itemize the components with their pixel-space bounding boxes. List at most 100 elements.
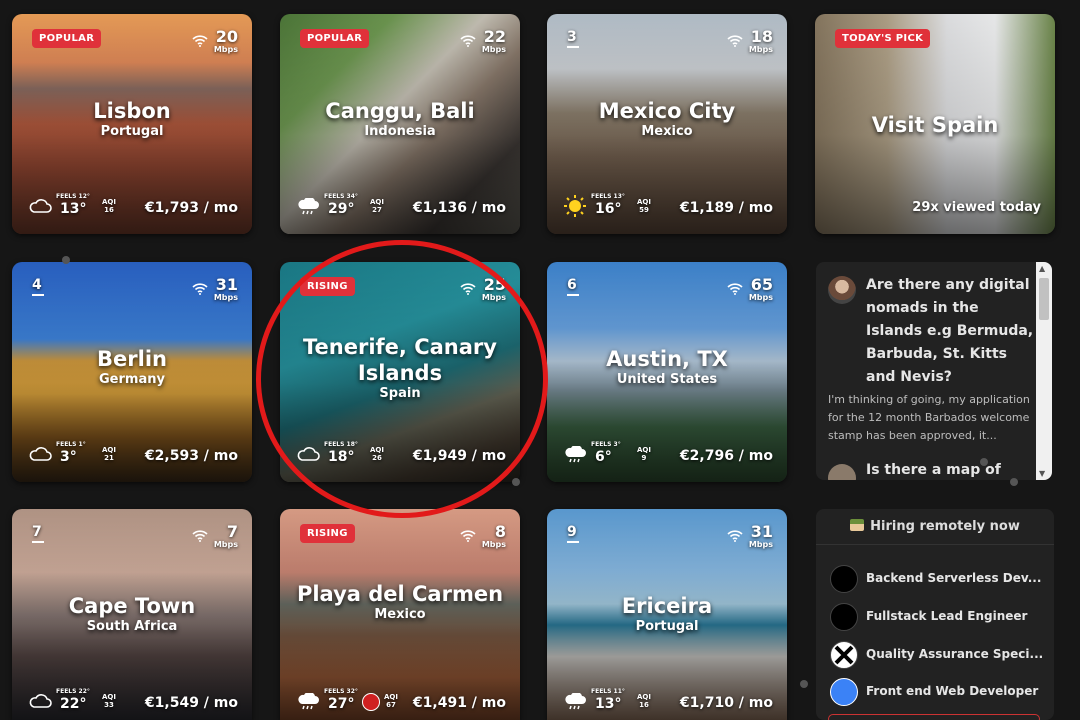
decorative-dot	[62, 256, 70, 264]
wifi-icon	[727, 527, 743, 546]
city-name: Tenerife, Canary Islands	[303, 335, 497, 385]
air-quality: AQI 27	[370, 198, 384, 214]
forum-question-card[interactable]: Are there any digital nomads in the Isla…	[816, 262, 1052, 480]
job-title[interactable]: Quality Assurance Speci...	[866, 647, 1043, 661]
city-name: Cape Town	[68, 594, 196, 618]
air-quality: AQI 16	[637, 693, 651, 709]
city-name: Ericeira	[621, 594, 713, 618]
button-edge[interactable]	[828, 714, 1040, 720]
rain-icon	[296, 196, 320, 220]
scrollbar[interactable]: ▲ ▼	[1036, 262, 1052, 480]
cloud-icon	[28, 693, 52, 713]
wifi-icon	[727, 32, 743, 51]
air-quality: AQI 26	[370, 446, 384, 462]
job-listing[interactable]: Fullstack Lead Engineer	[830, 603, 1050, 633]
todays-pick-badge: TODAY'S PICK	[835, 29, 931, 48]
cost-of-living: €2,796 / mo	[679, 448, 773, 464]
wifi-icon	[460, 280, 476, 299]
rain-icon	[563, 444, 587, 468]
job-listing[interactable]: Backend Serverless Dev...	[830, 565, 1050, 595]
internet-speed: 18 Mbps	[727, 28, 773, 54]
rank-number: 6	[567, 277, 579, 296]
country-name: Portugal	[635, 619, 699, 634]
job-listing[interactable]: Quality Assurance Speci...	[830, 641, 1050, 671]
temperature: 13°	[595, 696, 622, 712]
temperature: 29°	[328, 201, 355, 217]
city-card-canggu-bali[interactable]: POPULAR 22 Mbps Canggu, Bali Indonesia FEE…	[280, 14, 520, 234]
popular-badge: POPULAR	[300, 29, 370, 48]
question-title[interactable]: Are there any digital nomads in the Isla…	[828, 274, 1034, 389]
question-title[interactable]: Is there a map of	[828, 462, 1001, 478]
rank-number: 9	[567, 524, 579, 543]
temperature: 6°	[595, 449, 612, 465]
job-listing[interactable]: Front end Web Developer	[830, 678, 1050, 708]
temperature: 13°	[60, 201, 87, 217]
decorative-dot	[800, 680, 808, 688]
city-card-visit-spain[interactable]: TODAY'S PICK Visit Spain 29x viewed toda…	[815, 14, 1055, 234]
city-name: Austin, TX	[606, 347, 728, 371]
temperature: 3°	[60, 449, 77, 465]
cost-of-living: €1,136 / mo	[412, 200, 506, 216]
air-quality: AQI 67	[384, 693, 398, 709]
wifi-icon	[460, 527, 476, 546]
rank-number: 4	[32, 277, 44, 296]
country-name: United States	[616, 372, 718, 387]
country-name: Germany	[99, 372, 165, 387]
temperature: 27°	[328, 696, 355, 712]
company-logo	[830, 678, 858, 706]
city-card-berlin[interactable]: 4 31 Mbps Berlin Germany FEELS 1° 3° AQI 21…	[12, 262, 252, 482]
city-card-lisbon[interactable]: POPULAR 20 Mbps Lisbon Portugal FEELS 12° …	[12, 14, 252, 234]
city-name: Mexico City	[598, 99, 736, 123]
internet-speed: 31 Mbps	[192, 276, 238, 302]
air-quality: AQI 9	[637, 446, 651, 462]
city-card-ericeira[interactable]: 9 31 Mbps Ericeira Portugal FEELS 11° 13° …	[547, 509, 787, 720]
rain-icon	[296, 691, 320, 715]
city-name: Lisbon	[93, 99, 171, 123]
rain-icon	[563, 691, 587, 715]
scroll-up-icon[interactable]: ▲	[1039, 264, 1045, 273]
scrollbar-thumb[interactable]	[1039, 278, 1049, 320]
temperature: 22°	[60, 696, 87, 712]
country-name: Spain	[379, 386, 421, 401]
popular-badge: POPULAR	[32, 29, 102, 48]
city-card-tenerife[interactable]: RISING 25 Mbps Tenerife, Canary Islands Sp…	[280, 262, 520, 482]
cost-of-living: €1,793 / mo	[144, 200, 238, 216]
rank-number: 7	[32, 524, 44, 543]
city-card-cape-town[interactable]: 7 7 Mbps Cape Town South Africa FEELS 22° …	[12, 509, 252, 720]
city-card-playa-del-carmen[interactable]: RISING 8 Mbps Playa del Carmen Mexico FEEL…	[280, 509, 520, 720]
view-count: 29x viewed today	[912, 200, 1041, 215]
job-title[interactable]: Front end Web Developer	[866, 684, 1038, 698]
decorative-dot	[980, 458, 988, 466]
remote-jobs-panel: Hiring remotely now Backend Serverless D…	[816, 509, 1054, 720]
job-title[interactable]: Backend Serverless Dev...	[866, 571, 1041, 585]
cloud-icon	[28, 198, 52, 218]
user-avatar	[828, 276, 856, 304]
cost-of-living: €1,189 / mo	[679, 200, 773, 216]
internet-speed: 8 Mbps	[460, 523, 506, 549]
internet-speed: 20 Mbps	[192, 28, 238, 54]
country-name: Portugal	[100, 124, 164, 139]
air-quality: AQI 59	[637, 198, 651, 214]
scroll-down-icon[interactable]: ▼	[1039, 469, 1045, 478]
company-logo	[830, 565, 858, 593]
angry-face-icon	[362, 693, 380, 711]
internet-speed: 25 Mbps	[460, 276, 506, 302]
temperature: 18°	[328, 449, 355, 465]
air-quality: AQI 21	[102, 446, 116, 462]
company-logo	[830, 603, 858, 631]
wifi-icon	[460, 32, 476, 51]
country-name: Mexico	[374, 607, 426, 622]
sun-icon	[563, 195, 587, 222]
city-card-mexico-city[interactable]: 3 18 Mbps Mexico City Mexico FEELS 13° 16°…	[547, 14, 787, 234]
job-title[interactable]: Fullstack Lead Engineer	[866, 609, 1027, 623]
country-name: Indonesia	[364, 124, 436, 139]
country-name: Mexico	[641, 124, 693, 139]
city-card-austin[interactable]: 6 65 Mbps Austin, TX United States FEELS 3…	[547, 262, 787, 482]
rising-badge: RISING	[300, 277, 355, 296]
city-name: Berlin	[97, 347, 167, 371]
internet-speed: 22 Mbps	[460, 28, 506, 54]
cost-of-living: €1,710 / mo	[679, 695, 773, 711]
cost-of-living: €1,549 / mo	[144, 695, 238, 711]
internet-speed: 65 Mbps	[727, 276, 773, 302]
wifi-icon	[727, 280, 743, 299]
